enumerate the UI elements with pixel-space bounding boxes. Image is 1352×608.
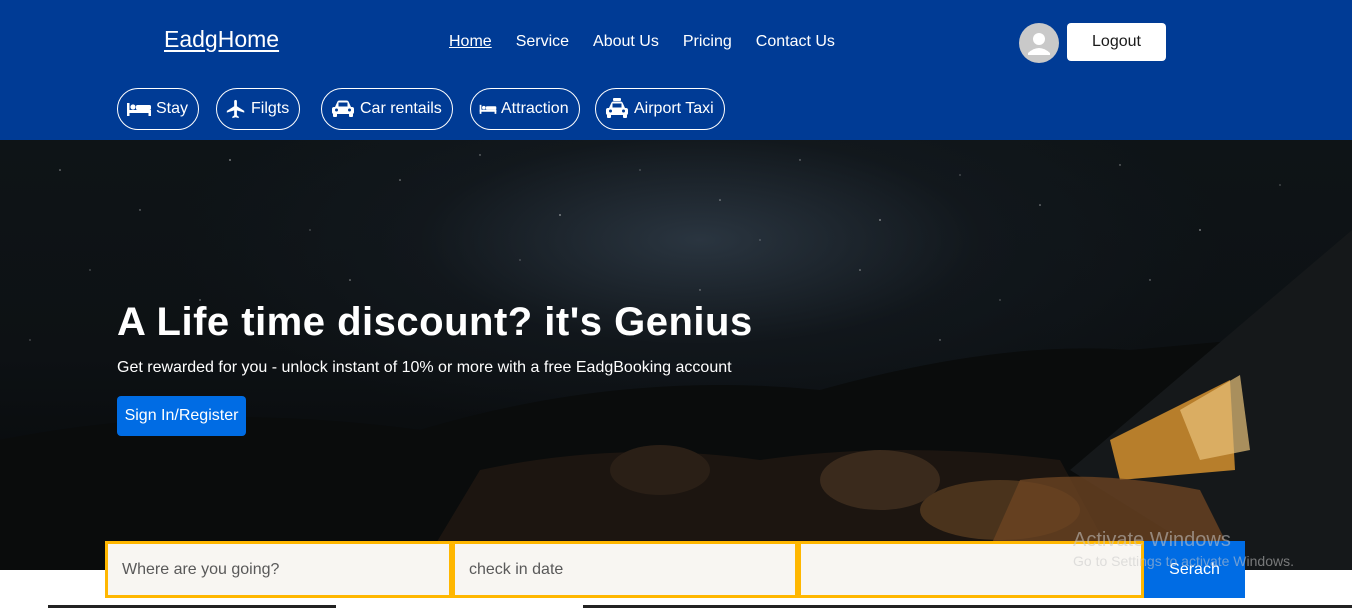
category-label: Car rentails — [360, 100, 442, 117]
bed-icon — [479, 102, 497, 116]
category-label: Airport Taxi — [634, 100, 714, 117]
hero-title: A Life time discount? it's Genius — [117, 300, 753, 344]
search-bar: Where are you going? check in date Serac… — [105, 541, 1245, 598]
check-out-date-input[interactable] — [798, 541, 1144, 598]
hero-banner: A Life time discount? it's Genius Get re… — [0, 140, 1352, 570]
user-avatar-icon[interactable] — [1019, 23, 1059, 63]
destination-input[interactable]: Where are you going? — [105, 541, 452, 598]
plane-icon — [225, 98, 247, 120]
category-flights-chip[interactable]: Filgts — [216, 88, 301, 130]
nav-about-link[interactable]: About Us — [593, 33, 659, 51]
search-button[interactable]: Serach — [1144, 541, 1245, 598]
nav-contact-link[interactable]: Contact Us — [756, 33, 835, 51]
category-attraction-chip[interactable]: Attraction — [470, 88, 580, 130]
sign-in-register-button[interactable]: Sign In/Register — [117, 396, 246, 436]
category-label: Attraction — [501, 100, 569, 117]
nav-home-link[interactable]: Home — [449, 33, 492, 51]
nav-pricing-link[interactable]: Pricing — [683, 33, 732, 51]
car-icon — [330, 99, 356, 119]
brand-logo-link[interactable]: EadgHome — [164, 26, 279, 53]
top-header: EadgHome Home Service About Us Pricing C… — [0, 0, 1352, 140]
main-nav: Home Service About Us Pricing Contact Us — [449, 33, 859, 51]
category-airport-taxi-chip[interactable]: Airport Taxi — [595, 88, 725, 130]
nav-service-link[interactable]: Service — [516, 33, 569, 51]
category-label: Stay — [156, 100, 189, 117]
category-car-rentals-chip[interactable]: Car rentails — [321, 88, 453, 130]
bed-icon — [126, 100, 152, 118]
check-in-date-input[interactable]: check in date — [452, 541, 798, 598]
category-stay-chip[interactable]: Stay — [117, 88, 200, 130]
hero-subtitle: Get rewarded for you - unlock instant of… — [117, 359, 732, 376]
logout-button[interactable]: Logout — [1067, 23, 1166, 61]
taxi-icon — [604, 98, 630, 120]
hero-background-image — [0, 154, 1352, 570]
category-label: Filgts — [251, 100, 290, 117]
